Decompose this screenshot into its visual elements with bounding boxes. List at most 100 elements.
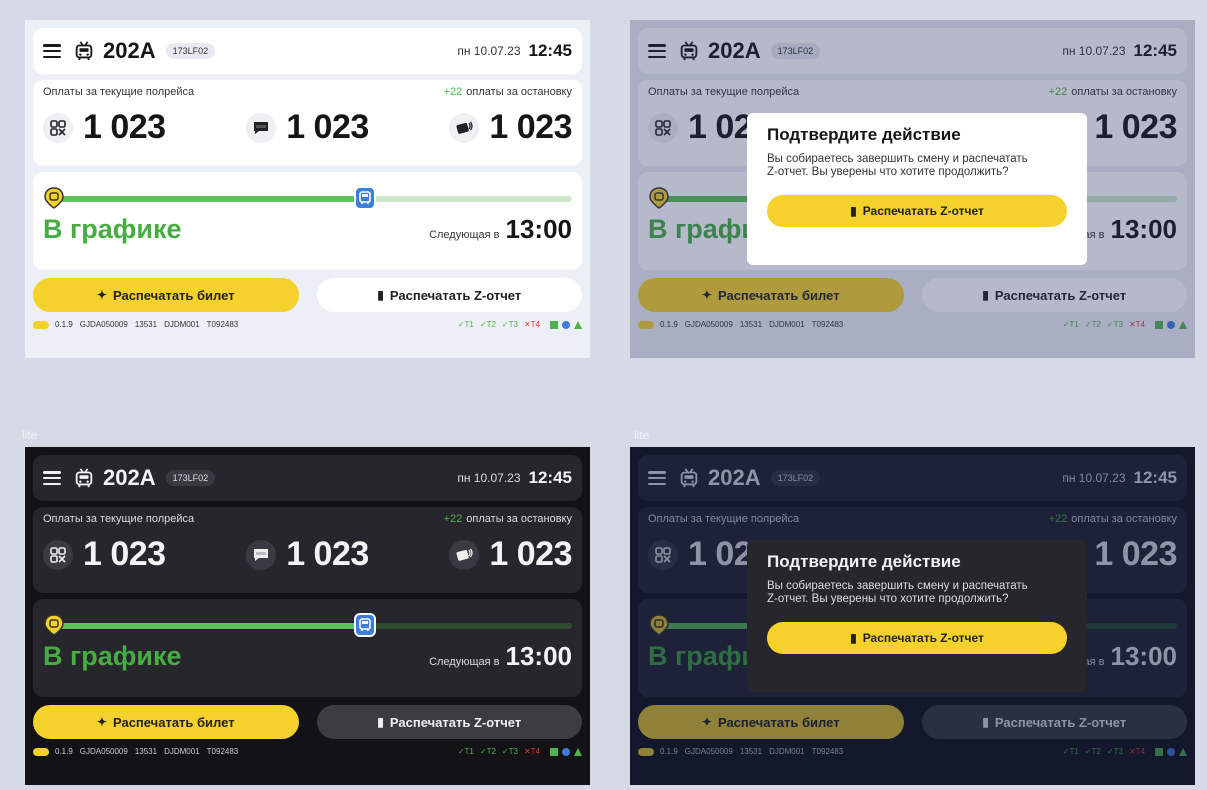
status-bar: 0.1.9 GJDA050009 13531 DJDM001 T092483 ✓… xyxy=(33,320,582,329)
terminal-id: T092483 xyxy=(206,747,239,756)
next-departure: Следующая в 13:00 xyxy=(429,641,572,672)
card-icon xyxy=(449,539,480,570)
terminal-t3-ok: ✓T3 xyxy=(501,747,518,756)
top-bar: 202A 173LF02 пн 10.07.23 12:45 xyxy=(33,455,582,501)
green-square-indicator-icon xyxy=(550,747,558,756)
trolleybus-icon xyxy=(75,41,93,61)
screen-light: 202A 173LF02 пн 10.07.23 12:45 Оплаты за… xyxy=(25,20,590,358)
driver-id: DJDM001 xyxy=(164,747,200,756)
watermark: lite xyxy=(22,428,38,442)
dialog-title: Подтвердите действие xyxy=(767,125,961,144)
stop-payments-label: оплаты за остановку xyxy=(466,513,572,525)
ticket-icon: ✦ xyxy=(96,715,107,729)
qr-payments: 1 023 xyxy=(43,535,166,574)
shift-number: 13531 xyxy=(134,747,158,756)
dialog-title: Подтвердите действие xyxy=(767,552,961,571)
sms-payments: 1 023 xyxy=(246,535,369,574)
menu-icon[interactable] xyxy=(43,471,61,485)
terminal-id: T092483 xyxy=(206,320,239,329)
document-icon: ▮ xyxy=(377,715,384,729)
status-bar: 0.1.9 GJDA050009 13531 DJDM001 T092483 ✓… xyxy=(33,747,582,756)
date: пн 10.07.23 xyxy=(457,44,521,58)
payments-card: Оплаты за текущие полрейса +22 оплаты за … xyxy=(33,507,582,593)
start-stop-icon xyxy=(44,187,64,209)
dialog-message: Вы собираетесь завершить смену и распеча… xyxy=(767,580,1028,605)
bus-position-icon xyxy=(354,613,377,637)
app-version: 0.1.9 xyxy=(55,320,73,329)
shift-number: 13531 xyxy=(134,320,158,329)
clock: 12:45 xyxy=(528,468,572,487)
route-progress xyxy=(43,613,572,637)
stop-payments-increment: +22 xyxy=(443,513,463,525)
next-departure-time: 13:00 xyxy=(505,214,573,244)
card-icon xyxy=(449,112,480,143)
next-departure-label: Следующая в xyxy=(429,229,500,241)
progress-fill xyxy=(55,623,366,629)
confirm-button-label: Распечатать Z-отчет xyxy=(862,204,984,218)
next-departure-time: 13:00 xyxy=(505,641,573,671)
print-z-report-button[interactable]: ▮ Распечатать Z-отчет xyxy=(316,278,582,312)
print-ticket-button[interactable]: ✦ Распечатать билет xyxy=(33,705,299,739)
sms-icon xyxy=(246,112,277,143)
sms-payments: 1 023 xyxy=(246,108,369,147)
bus-position-icon xyxy=(354,186,377,210)
terminal-t3-ok: ✓T3 xyxy=(501,320,518,329)
payments-title: Оплаты за текущие полрейса xyxy=(43,513,195,525)
sms-payments-count: 1 023 xyxy=(286,108,369,146)
print-z-report-label: Распечатать Z-отчет xyxy=(389,287,522,303)
top-bar: 202A 173LF02 пн 10.07.23 12:45 xyxy=(33,28,582,74)
terminal-t4-fail: ✕T4 xyxy=(523,320,540,329)
stop-payments: +22 оплаты за остановку xyxy=(444,513,572,525)
green-triangle-indicator-icon xyxy=(574,747,582,756)
print-ticket-button[interactable]: ✦ Распечатать билет xyxy=(33,278,299,312)
progress-fill xyxy=(55,196,366,202)
route-number: 202A xyxy=(103,38,156,63)
device-id: GJDA050009 xyxy=(79,747,128,756)
terminal-t2-ok: ✓T2 xyxy=(479,747,496,756)
watermark: lite xyxy=(634,428,650,442)
blue-circle-indicator-icon xyxy=(562,320,570,329)
vehicle-id-badge: 173LF02 xyxy=(165,470,216,486)
terminal-t1-ok: ✓T1 xyxy=(457,320,474,329)
date: пн 10.07.23 xyxy=(457,471,521,485)
card-payments-count: 1 023 xyxy=(489,108,572,146)
payments-card: Оплаты за текущие полрейса +22 оплаты за … xyxy=(33,80,582,166)
print-ticket-label: Распечатать билет xyxy=(112,714,235,730)
schedule-card: В графике Следующая в 13:00 xyxy=(33,599,582,697)
brand-logo xyxy=(33,747,49,756)
terminal-t2-ok: ✓T2 xyxy=(479,320,496,329)
document-icon: ▮ xyxy=(850,204,857,218)
trolleybus-icon xyxy=(75,468,93,488)
stop-payments-label: оплаты за остановку xyxy=(466,86,572,98)
route-progress xyxy=(43,186,572,210)
brand-logo xyxy=(33,320,49,329)
device-id: GJDA050009 xyxy=(79,320,128,329)
stop-payments: +22 оплаты за остановку xyxy=(444,86,572,98)
start-stop-icon xyxy=(44,614,64,636)
confirm-print-z-report-button[interactable]: ▮ Распечатать Z-отчет xyxy=(767,195,1067,227)
dialog-message: Вы собираетесь завершить смену и распеча… xyxy=(767,153,1028,178)
terminal-t1-ok: ✓T1 xyxy=(457,747,474,756)
print-ticket-label: Распечатать билет xyxy=(112,287,235,303)
print-z-report-label: Распечатать Z-отчет xyxy=(389,714,522,730)
blue-circle-indicator-icon xyxy=(562,747,570,756)
qr-payments: 1 023 xyxy=(43,108,166,147)
menu-icon[interactable] xyxy=(43,44,61,58)
confirm-print-z-report-button[interactable]: ▮ Распечатать Z-отчет xyxy=(767,622,1067,654)
vehicle-id-badge: 173LF02 xyxy=(165,43,216,59)
screen-dark: 202A 173LF02 пн 10.07.23 12:45 Оплаты за… xyxy=(25,447,590,785)
driver-id: DJDM001 xyxy=(164,320,200,329)
next-departure: Следующая в 13:00 xyxy=(429,214,572,245)
stop-payments-increment: +22 xyxy=(443,86,463,98)
payments-title: Оплаты за текущие полрейса xyxy=(43,86,195,98)
qr-payments-count: 1 023 xyxy=(83,108,166,146)
screen-dark-dialog: 202A 173LF02 пн 10.07.23 12:45 Оплаты за… xyxy=(630,447,1195,785)
green-triangle-indicator-icon xyxy=(574,320,582,329)
confirm-dialog: Подтвердите действие Вы собираетесь заве… xyxy=(747,540,1087,692)
green-square-indicator-icon xyxy=(550,320,558,329)
print-z-report-button[interactable]: ▮ Распечатать Z-отчет xyxy=(316,705,582,739)
card-payments: 1 023 xyxy=(449,108,572,147)
screen-light-dialog: 202A 173LF02 пн 10.07.23 12:45 Оплаты за… xyxy=(630,20,1195,358)
app-version: 0.1.9 xyxy=(55,747,73,756)
document-icon: ▮ xyxy=(850,631,857,645)
